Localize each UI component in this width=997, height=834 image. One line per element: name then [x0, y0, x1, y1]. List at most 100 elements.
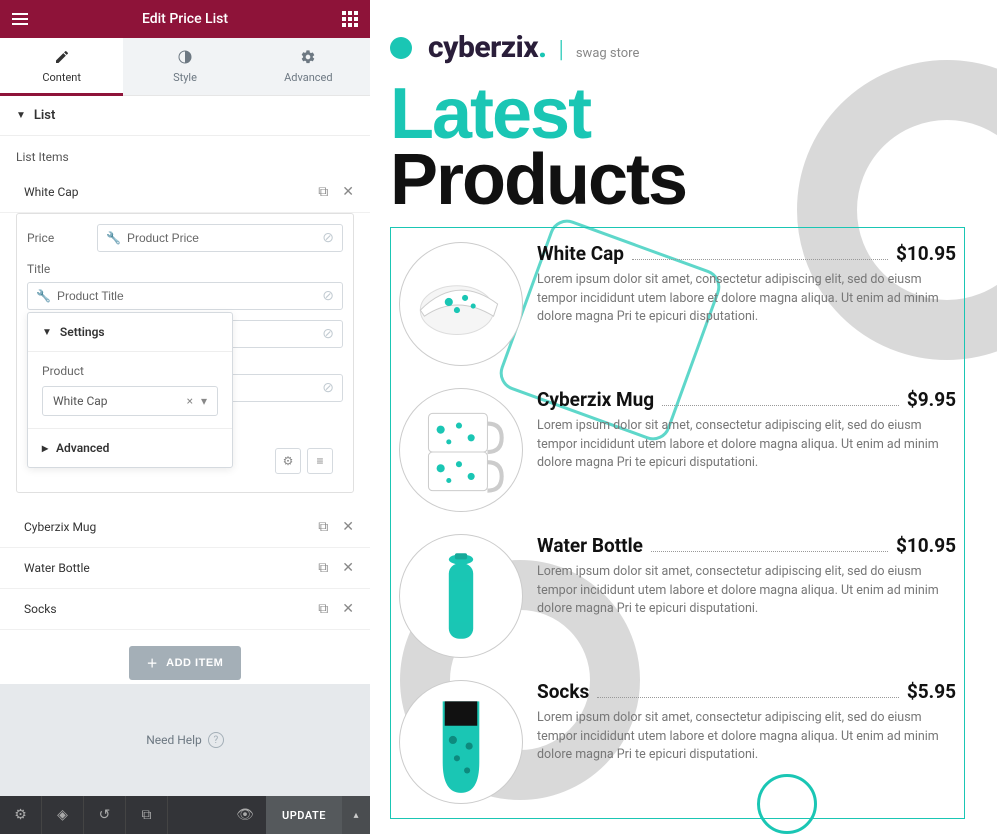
brand-subtitle: swag store: [576, 46, 640, 61]
add-item-label: ADD ITEM: [166, 657, 223, 669]
need-help-label: Need Help: [146, 733, 202, 747]
title-input[interactable]: [57, 289, 316, 303]
product-description: Lorem ipsum dolor sit amet, consectetur …: [537, 271, 956, 325]
chevron-down-icon[interactable]: ▾: [201, 394, 207, 408]
responsive-icon[interactable]: ⧉: [126, 796, 168, 834]
product-select[interactable]: White Cap × ▾: [42, 386, 218, 416]
product-image: [399, 534, 523, 658]
hamburger-menu-icon[interactable]: [12, 10, 28, 28]
close-icon[interactable]: ✕: [342, 560, 354, 576]
product-image: [399, 242, 523, 366]
price-label: Price: [27, 231, 87, 245]
pencil-icon: [54, 49, 70, 65]
product-price: $10.95: [896, 242, 956, 265]
duplicate-icon[interactable]: ⧉: [318, 601, 328, 617]
editor-header: Edit Price List: [0, 0, 370, 38]
contrast-icon: [177, 49, 193, 65]
tab-advanced[interactable]: Advanced: [247, 38, 370, 95]
gear-icon: [300, 49, 316, 65]
item-editor-expanded: Price 🔧 ⊘ Title 🔧 ⊘: [16, 213, 354, 493]
brand-logo-icon: [390, 37, 412, 59]
product-price: $9.95: [907, 388, 956, 411]
list-item-title: Socks: [24, 602, 57, 616]
list-item-socks[interactable]: Socks ⧉ ✕: [0, 589, 370, 630]
list-item-cyberzix-mug[interactable]: Cyberzix Mug ⧉ ✕: [0, 507, 370, 548]
widgets-grid-icon[interactable]: [342, 11, 358, 27]
product-image: [399, 680, 523, 804]
dotted-leader: [597, 686, 899, 698]
dotted-leader: [662, 394, 899, 406]
list-item-title: Water Bottle: [24, 561, 90, 575]
product-title: White Cap: [537, 242, 624, 265]
navigator-icon[interactable]: ◈: [42, 796, 84, 834]
product-description: Lorem ipsum dolor sit amet, consectetur …: [537, 709, 956, 763]
panel-settings-icon[interactable]: ⚙: [0, 796, 42, 834]
title-label: Title: [27, 262, 343, 276]
update-button[interactable]: UPDATE: [266, 796, 342, 834]
bottom-bar: ⚙ ◈ ↺ ⧉ 👁 UPDATE ▴: [0, 796, 370, 834]
section-title: List: [34, 108, 55, 123]
section-list-toggle[interactable]: ▼ List: [0, 96, 370, 136]
tab-style[interactable]: Style: [123, 38, 246, 95]
list-item-white-cap[interactable]: White Cap ⧉ ✕: [0, 172, 370, 213]
dotted-leader: [651, 540, 888, 552]
caret-down-icon: ▼: [16, 110, 26, 121]
settings-advanced-label: Advanced: [56, 441, 109, 455]
settings-toggle[interactable]: ▼ Settings: [28, 313, 232, 352]
list-icon-button[interactable]: ≡: [307, 448, 333, 474]
product-row: Cyberzix Mug $9.95 Lorem ipsum dolor sit…: [399, 388, 956, 512]
editor-title: Edit Price List: [142, 11, 228, 27]
brand-name: cyberzix.: [428, 30, 547, 65]
product-description: Lorem ipsum dolor sit amet, consectetur …: [537, 563, 956, 617]
price-input-wrap[interactable]: 🔧 ⊘: [97, 224, 343, 252]
clear-icon[interactable]: ⊘: [322, 288, 334, 304]
list-item-title: White Cap: [24, 185, 79, 199]
clear-select-icon[interactable]: ×: [187, 394, 193, 408]
preview-icon[interactable]: 👁: [224, 796, 266, 834]
close-icon[interactable]: ✕: [342, 519, 354, 535]
product-price: $10.95: [896, 534, 956, 557]
heading-line2: Products: [390, 140, 686, 220]
list-item-actions: ⧉ ✕: [318, 184, 354, 200]
tab-advanced-label: Advanced: [284, 71, 332, 84]
duplicate-icon[interactable]: ⧉: [318, 560, 328, 576]
editor-panel: Edit Price List Content Style Advanced ▼…: [0, 0, 370, 834]
close-icon[interactable]: ✕: [342, 184, 354, 200]
caret-down-icon: ▼: [42, 327, 52, 338]
settings-popover: ▼ Settings Product White Cap × ▾: [27, 312, 233, 468]
dotted-leader: [632, 248, 888, 260]
update-label: UPDATE: [282, 809, 326, 822]
brand: cyberzix. | swag store: [390, 30, 997, 65]
add-item-button[interactable]: ＋ ADD ITEM: [129, 646, 242, 680]
product-title: Cyberzix Mug: [537, 388, 654, 411]
preview-area: cyberzix. | swag store LatestProducts Wh…: [370, 0, 997, 834]
product-image: [399, 388, 523, 512]
need-help[interactable]: Need Help ?: [0, 684, 370, 796]
product-label: Product: [42, 364, 218, 378]
brand-divider: |: [559, 35, 564, 63]
settings-icon-button[interactable]: ⚙: [275, 448, 301, 474]
product-description: Lorem ipsum dolor sit amet, consectetur …: [537, 417, 956, 471]
list-item-title: Cyberzix Mug: [24, 520, 96, 534]
page-heading: LatestProducts: [390, 81, 997, 213]
price-list-widget[interactable]: White Cap $10.95 Lorem ipsum dolor sit a…: [390, 227, 965, 819]
wrench-icon: 🔧: [36, 289, 51, 303]
panel-body: ▼ List List Items White Cap ⧉ ✕ Price 🔧 …: [0, 96, 370, 684]
price-input[interactable]: [127, 231, 316, 245]
history-icon[interactable]: ↺: [84, 796, 126, 834]
clear-icon[interactable]: ⊘: [322, 230, 334, 246]
caret-right-icon: ▸: [42, 441, 48, 455]
plus-icon: ＋: [147, 655, 159, 671]
title-input-wrap[interactable]: 🔧 ⊘: [27, 282, 343, 310]
clear-icon[interactable]: ⊘: [322, 326, 334, 342]
update-options-toggle[interactable]: ▴: [342, 796, 370, 834]
settings-advanced-toggle[interactable]: ▸ Advanced: [28, 428, 232, 467]
tab-content[interactable]: Content: [0, 38, 123, 95]
duplicate-icon[interactable]: ⧉: [318, 519, 328, 535]
wrench-icon: 🔧: [106, 231, 121, 245]
duplicate-icon[interactable]: ⧉: [318, 184, 328, 200]
clear-icon[interactable]: ⊘: [322, 380, 334, 396]
product-row: Socks $5.95 Lorem ipsum dolor sit amet, …: [399, 680, 956, 804]
close-icon[interactable]: ✕: [342, 601, 354, 617]
list-item-water-bottle[interactable]: Water Bottle ⧉ ✕: [0, 548, 370, 589]
